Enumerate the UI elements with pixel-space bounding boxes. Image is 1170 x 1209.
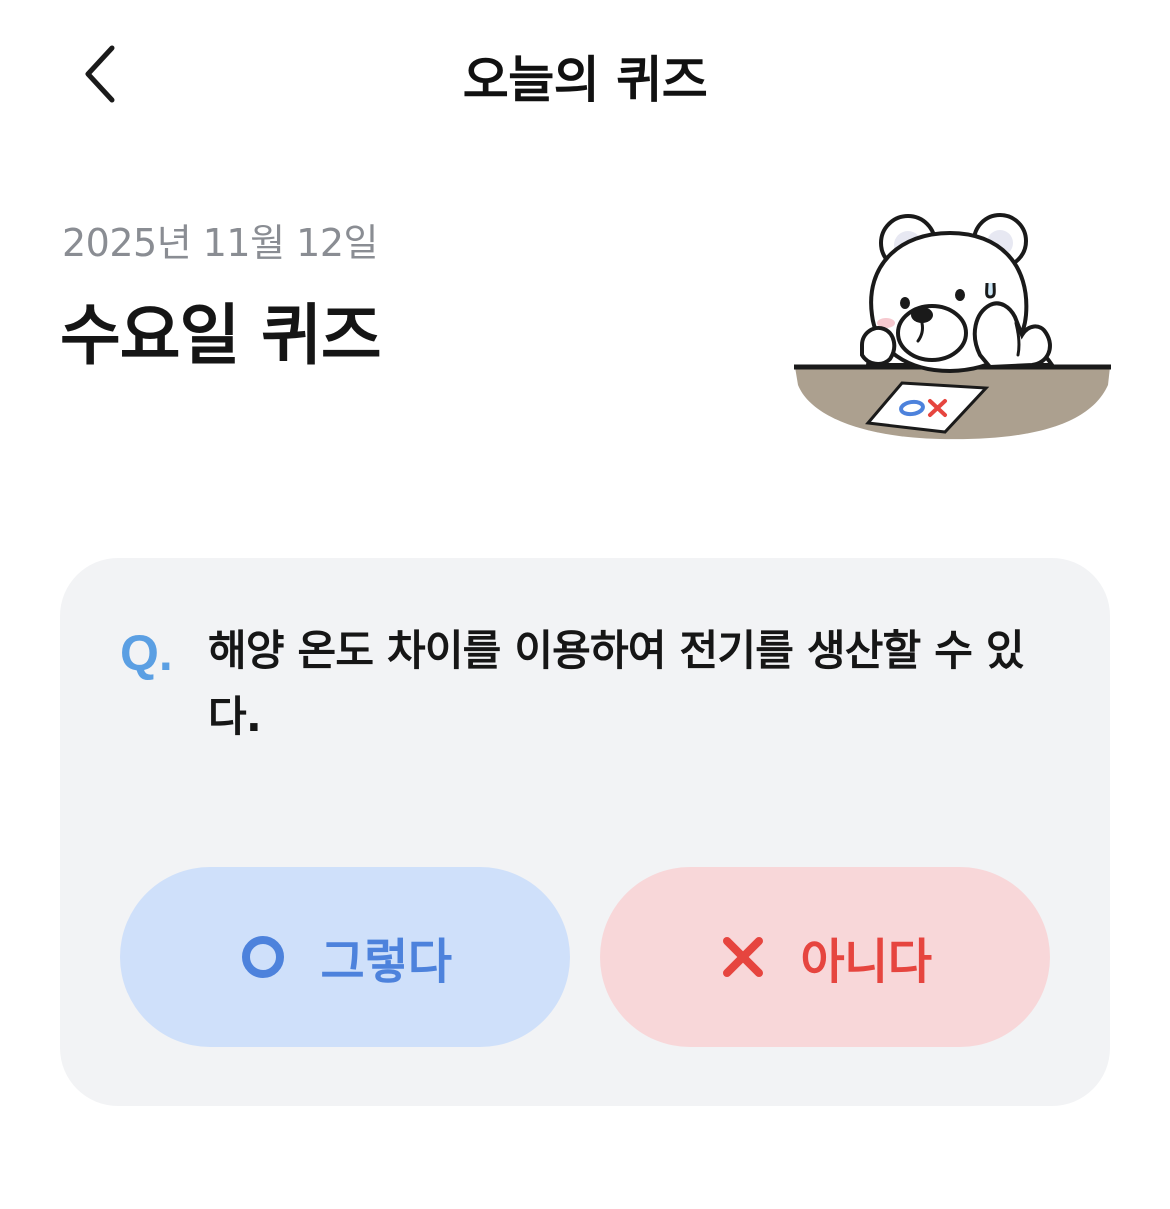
quiz-title: 수요일 퀴즈 bbox=[60, 297, 382, 374]
question-text: 해양 온도 차이를 이용하여 전기를 생산할 수 있다. bbox=[208, 626, 1025, 741]
quiz-screen: 오늘의 퀴즈 2025년 11월 12일 수요일 퀴즈 Q. 해양 온도 차이를… bbox=[0, 0, 1170, 1209]
polar-bear-illustration bbox=[794, 213, 1111, 440]
question-prefix: Q. bbox=[120, 625, 173, 681]
answer-no-button[interactable]: 아니다 bbox=[600, 867, 1050, 1047]
x-mark-icon bbox=[719, 933, 767, 981]
answer-yes-button[interactable]: 그렇다 bbox=[120, 867, 570, 1047]
answer-no-label: 아니다 bbox=[800, 934, 932, 990]
top-bar: 오늘의 퀴즈 bbox=[0, 0, 1170, 150]
page-title: 오늘의 퀴즈 bbox=[462, 51, 708, 109]
circle-o-icon bbox=[239, 933, 287, 981]
answer-yes-label: 그렇다 bbox=[320, 934, 452, 990]
quiz-date: 2025년 11월 12일 bbox=[62, 221, 378, 265]
